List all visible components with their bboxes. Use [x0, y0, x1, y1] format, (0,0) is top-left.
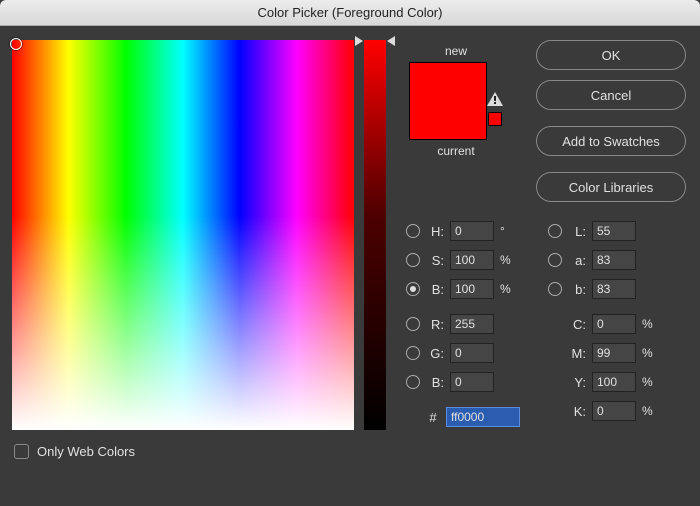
radio-r[interactable]	[406, 317, 420, 331]
input-y[interactable]	[592, 372, 636, 392]
label-s: S:	[426, 253, 444, 268]
new-color-label: new	[445, 44, 467, 58]
only-web-colors-checkbox[interactable]	[14, 444, 29, 459]
label-b-lab: b:	[568, 282, 586, 297]
unit-s: %	[500, 253, 512, 267]
gamut-snap-swatch[interactable]	[488, 112, 502, 126]
input-r[interactable]	[450, 314, 494, 334]
label-a: a:	[568, 253, 586, 268]
only-web-colors-label: Only Web Colors	[37, 444, 135, 459]
hue-slider[interactable]	[364, 40, 386, 430]
color-field-cursor[interactable]	[10, 38, 22, 50]
unit-c: %	[642, 317, 654, 331]
radio-h[interactable]	[406, 224, 420, 238]
current-color-label: current	[437, 144, 474, 158]
unit-k: %	[642, 404, 654, 418]
hex-prefix: #	[426, 410, 440, 425]
input-b-lab[interactable]	[592, 279, 636, 299]
label-c: C:	[568, 317, 586, 332]
input-hex[interactable]	[446, 407, 520, 427]
label-b-hsb: B:	[426, 282, 444, 297]
window-title: Color Picker (Foreground Color)	[258, 5, 443, 20]
input-a[interactable]	[592, 250, 636, 270]
unit-b-hsb: %	[500, 282, 512, 296]
unit-m: %	[642, 346, 654, 360]
gamut-warning-icon[interactable]	[487, 92, 503, 106]
hue-slider-handle-right[interactable]	[387, 36, 395, 46]
input-b-rgb[interactable]	[450, 372, 494, 392]
unit-y: %	[642, 375, 654, 389]
radio-g[interactable]	[406, 346, 420, 360]
label-g: G:	[426, 346, 444, 361]
input-m[interactable]	[592, 343, 636, 363]
color-libraries-button[interactable]: Color Libraries	[536, 172, 686, 202]
input-s[interactable]	[450, 250, 494, 270]
add-to-swatches-button[interactable]: Add to Swatches	[536, 126, 686, 156]
color-field[interactable]	[12, 40, 354, 430]
label-m: M:	[568, 346, 586, 361]
radio-l[interactable]	[548, 224, 562, 238]
ok-button[interactable]: OK	[536, 40, 686, 70]
label-b-rgb: B:	[426, 375, 444, 390]
radio-b-lab[interactable]	[548, 282, 562, 296]
hue-slider-handle-left[interactable]	[355, 36, 363, 46]
cancel-button[interactable]: Cancel	[536, 80, 686, 110]
label-y: Y:	[568, 375, 586, 390]
label-k: K:	[568, 404, 586, 419]
input-h[interactable]	[450, 221, 494, 241]
input-l[interactable]	[592, 221, 636, 241]
input-c[interactable]	[592, 314, 636, 334]
input-b-hsb[interactable]	[450, 279, 494, 299]
label-r: R:	[426, 317, 444, 332]
radio-a[interactable]	[548, 253, 562, 267]
input-k[interactable]	[592, 401, 636, 421]
radio-s[interactable]	[406, 253, 420, 267]
radio-b-hsb[interactable]	[406, 282, 420, 296]
label-h: H:	[426, 224, 444, 239]
window-titlebar: Color Picker (Foreground Color)	[0, 0, 700, 26]
new-current-swatch[interactable]	[409, 62, 487, 140]
label-l: L:	[568, 224, 586, 239]
unit-h: °	[500, 224, 512, 238]
input-g[interactable]	[450, 343, 494, 363]
radio-b-rgb[interactable]	[406, 375, 420, 389]
